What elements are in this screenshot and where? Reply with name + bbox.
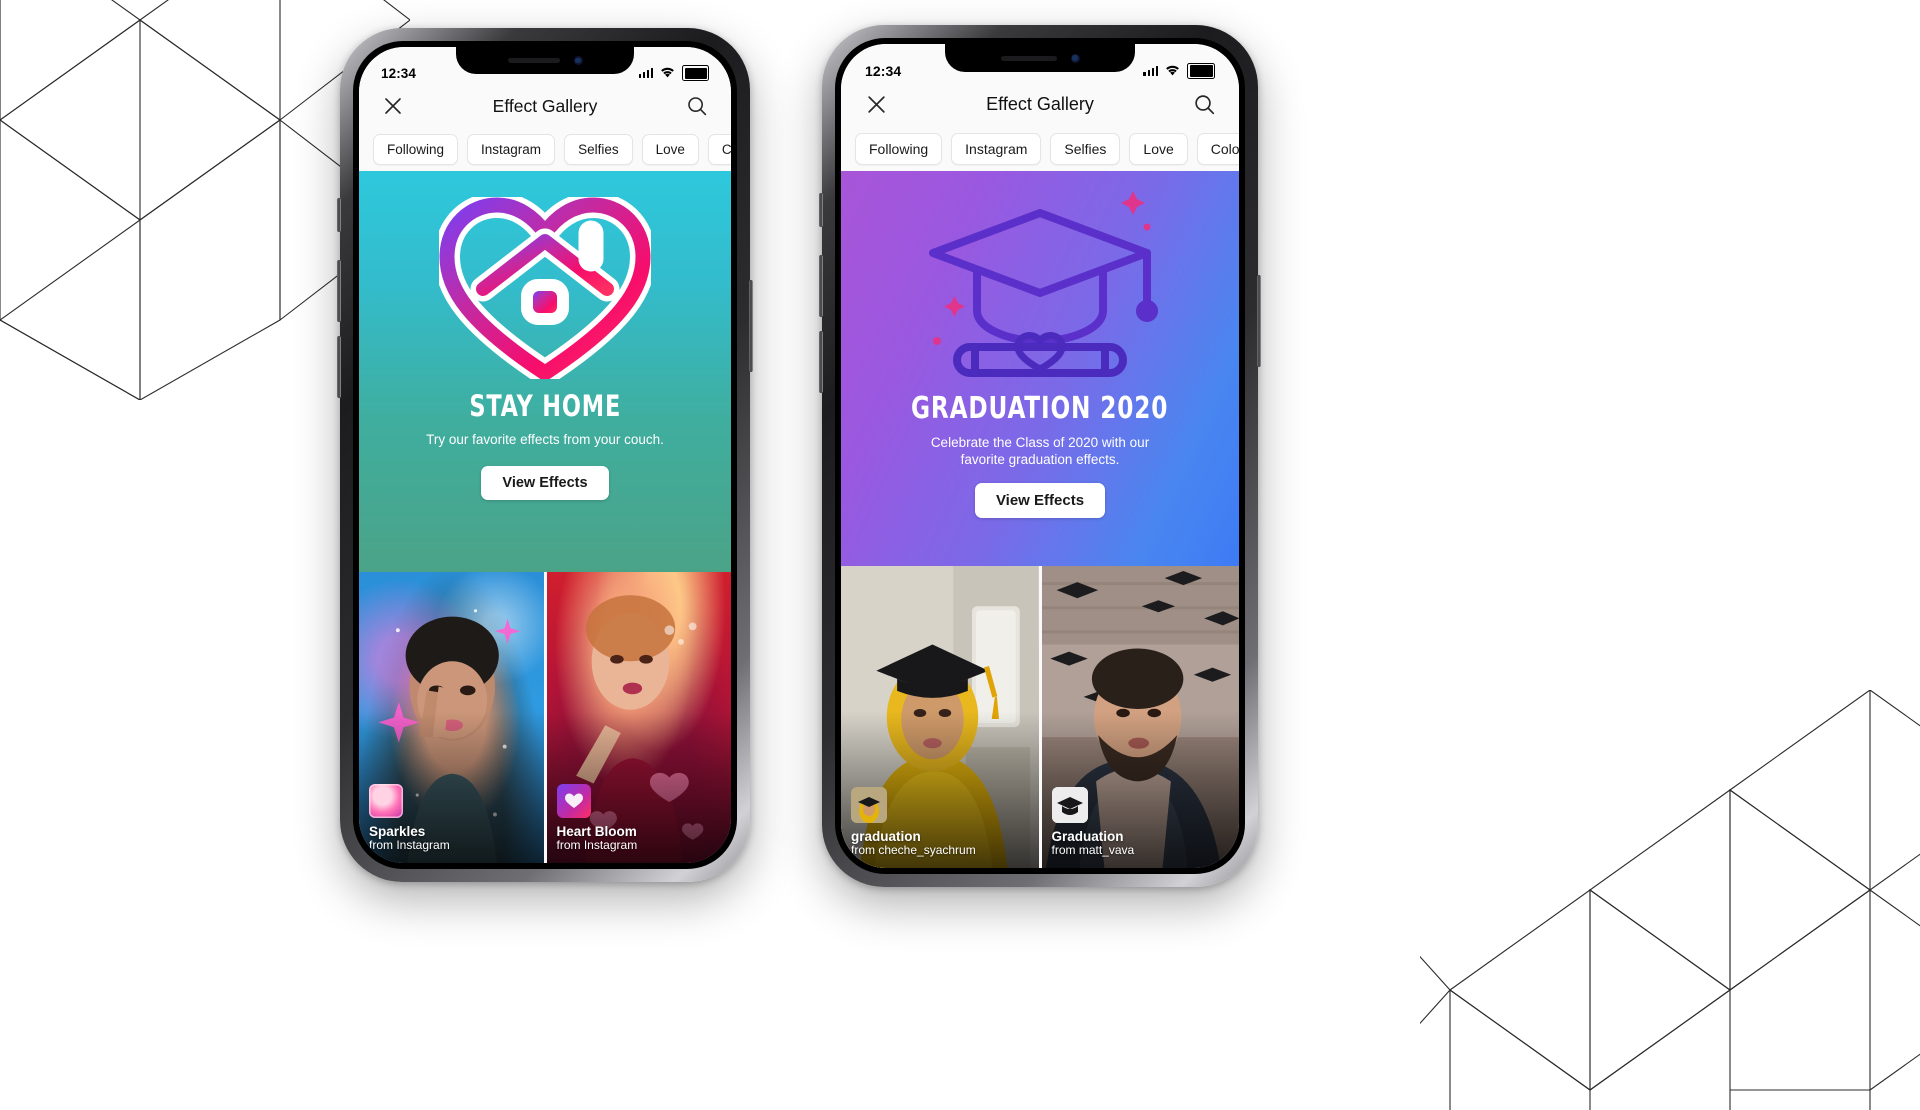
effect-card-heart-bloom[interactable]: Heart Bloom from Instagram bbox=[546, 572, 732, 863]
effect-author: from cheche_syachrum bbox=[851, 843, 976, 858]
graduation-cap-diploma-icon bbox=[915, 191, 1165, 389]
effect-author: from Instagram bbox=[369, 838, 450, 853]
effect-name: Sparkles bbox=[369, 823, 426, 839]
effect-card-graduation-2[interactable]: Graduation from matt_vava bbox=[1041, 566, 1240, 868]
effect-grid-right: graduation from cheche_syachrum Graduati… bbox=[841, 566, 1239, 868]
view-effects-button[interactable]: View Effects bbox=[974, 482, 1106, 518]
effect-name: graduation bbox=[851, 828, 921, 844]
view-effects-button[interactable]: View Effects bbox=[481, 466, 609, 501]
phone-notch bbox=[945, 44, 1135, 72]
chip-love[interactable]: Love bbox=[1129, 133, 1188, 165]
chip-color[interactable]: Color & bbox=[707, 134, 731, 165]
effect-card-graduation-1[interactable]: graduation from cheche_syachrum bbox=[841, 566, 1039, 868]
chip-following[interactable]: Following bbox=[855, 133, 943, 165]
hero-title: STAY HOME bbox=[469, 389, 621, 423]
chip-selfies[interactable]: Selfies bbox=[564, 134, 633, 165]
wifi-icon bbox=[1165, 63, 1180, 79]
hero-banner-stay-home[interactable]: STAY HOME Try our favorite effects from … bbox=[359, 171, 731, 572]
close-icon[interactable] bbox=[862, 91, 890, 119]
effect-thumbnail-sparkles[interactable] bbox=[369, 783, 403, 818]
chip-instagram[interactable]: Instagram bbox=[951, 133, 1042, 165]
search-icon[interactable] bbox=[1190, 91, 1218, 119]
effect-thumbnail-graduation2[interactable] bbox=[1051, 786, 1088, 823]
phone-mockup-left: 12:34 Effect Gallery Following Instagram… bbox=[337, 28, 753, 882]
phone-notch bbox=[456, 47, 634, 74]
search-icon[interactable] bbox=[683, 92, 711, 120]
chip-following[interactable]: Following bbox=[373, 134, 459, 165]
stay-home-heart-house-icon bbox=[439, 197, 651, 379]
page-title: Effect Gallery bbox=[986, 94, 1094, 114]
chip-instagram[interactable]: Instagram bbox=[467, 134, 556, 165]
hero-subtitle: Try our favorite effects from your couch… bbox=[426, 432, 664, 447]
status-time: 12:34 bbox=[381, 66, 417, 81]
close-icon[interactable] bbox=[379, 92, 407, 120]
effect-name: Heart Bloom bbox=[556, 823, 637, 839]
effect-grid-left: Sparkles from Instagram Heart Bloom from… bbox=[359, 572, 731, 863]
hero-title: GRADUATION 2020 bbox=[911, 391, 1169, 426]
nav-bar-left: Effect Gallery bbox=[359, 84, 731, 128]
category-chip-row-left[interactable]: Following Instagram Selfies Love Color & bbox=[359, 128, 731, 171]
battery-icon bbox=[682, 65, 709, 81]
status-time: 12:34 bbox=[865, 63, 902, 79]
effect-author: from matt_vava bbox=[1051, 843, 1135, 858]
effect-card-meta: Heart Bloom from Instagram bbox=[547, 783, 732, 863]
hero-subtitle: Celebrate the Class of 2020 with our fav… bbox=[930, 435, 1150, 468]
battery-icon bbox=[1187, 62, 1215, 79]
nav-bar-right: Effect Gallery bbox=[841, 82, 1239, 127]
phone-mockup-right: 12:34 Effect Gallery Following Instagram… bbox=[819, 25, 1261, 887]
effect-author: from Instagram bbox=[556, 838, 638, 853]
cellular-signal-icon bbox=[1143, 65, 1159, 76]
background-geometric-pattern-bottom-right bbox=[1420, 690, 1920, 1110]
effect-name: Graduation bbox=[1051, 828, 1124, 844]
page-title: Effect Gallery bbox=[492, 95, 598, 116]
wifi-icon bbox=[660, 66, 675, 81]
effect-card-sparkles[interactable]: Sparkles from Instagram bbox=[359, 572, 544, 863]
chip-selfies[interactable]: Selfies bbox=[1050, 133, 1121, 165]
cellular-signal-icon bbox=[638, 68, 654, 79]
chip-color[interactable]: Color bbox=[1196, 133, 1239, 165]
effect-card-meta: Sparkles from Instagram bbox=[359, 783, 544, 863]
category-chip-row-right[interactable]: Following Instagram Selfies Love Color bbox=[841, 127, 1239, 171]
hero-banner-graduation[interactable]: GRADUATION 2020 Celebrate the Class of 2… bbox=[841, 171, 1239, 566]
effect-card-meta: graduation from cheche_syachrum bbox=[841, 786, 1039, 868]
effect-thumbnail-heart-bloom[interactable] bbox=[556, 783, 591, 818]
chip-love[interactable]: Love bbox=[641, 134, 699, 165]
effect-thumbnail-graduation[interactable] bbox=[851, 786, 887, 823]
effect-card-meta: Graduation from matt_vava bbox=[1042, 786, 1240, 868]
